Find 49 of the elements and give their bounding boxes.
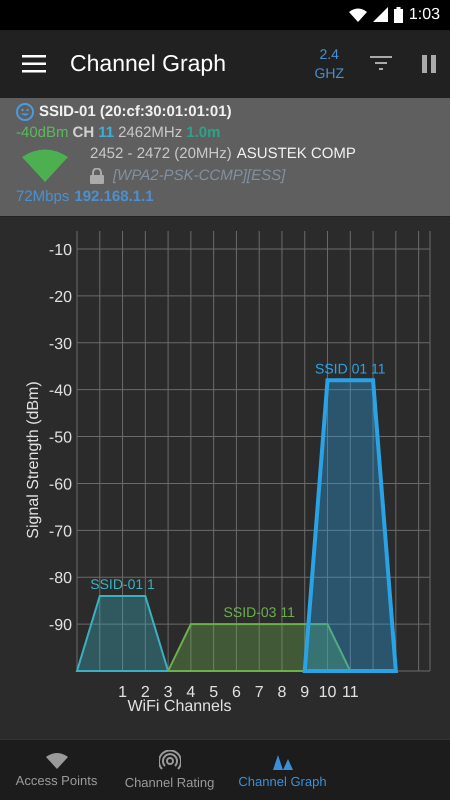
wifi-icon: [44, 752, 68, 770]
y-tick-label: -80: [48, 570, 72, 588]
signal-rings-icon: [158, 750, 180, 772]
x-tick-label: 7: [254, 684, 264, 702]
x-tick-label: 10: [318, 684, 336, 702]
network-label: SSID 01 11: [315, 360, 386, 376]
vendor-name: ASUSTEK COMP: [236, 145, 356, 162]
y-tick-label: -70: [48, 524, 72, 541]
ssid-text: SSID-01 (20:cf:30:01:01:01): [39, 103, 232, 120]
x-tick-label: 8: [278, 684, 286, 702]
y-tick-label: -30: [48, 336, 72, 353]
y-tick-label: -60: [48, 476, 72, 494]
security-text: [WPA2-PSK-CCMP][ESS]: [113, 167, 286, 184]
status-time: 1:03: [408, 6, 440, 24]
y-axis-label: Signal Strength (dBm): [25, 382, 42, 539]
frequency-text: 2462MHz: [118, 124, 182, 142]
screen-title: Channel Graph: [70, 50, 227, 78]
battery-icon: [394, 6, 403, 23]
lock-icon: [90, 168, 104, 184]
signal-level: -40dBm: [16, 124, 69, 142]
x-tick-label: 11: [342, 684, 359, 702]
band-button[interactable]: 2.4 GHZ: [314, 44, 344, 83]
channel-number: 11: [98, 124, 114, 142]
network-label: SSID-01 1: [90, 576, 155, 592]
access-point-card[interactable]: SSID-01 (20:cf:30:01:01:01) -40dBm CH 11 2462MHz 1.0m 2452 - 2472 (20MHz) ASUSTEK COMP [WPA2-PSK-CCMP][ESS] 72Mbps 192.168.1.1: [0, 98, 450, 218]
nav-tab[interactable]: Channel Graph: [226, 740, 339, 800]
menu-icon[interactable]: [22, 54, 46, 73]
channel-range: 2452 - 2472 (20MHz): [90, 145, 232, 162]
filter-icon[interactable]: [370, 56, 392, 72]
link-speed: 72Mbps: [16, 188, 70, 206]
cell-signal-icon: [372, 7, 388, 22]
y-tick-label: -10: [48, 242, 72, 260]
network-label: SSID-03 11: [224, 604, 295, 620]
x-tick-label: 6: [232, 684, 241, 702]
smiley-icon: [16, 102, 34, 121]
channel-label: CH: [72, 124, 94, 142]
ip-address: 192.168.1.1: [74, 188, 154, 206]
x-tick-label: 1: [118, 684, 127, 702]
y-tick-label: -20: [48, 289, 72, 306]
y-tick-label: -40: [48, 382, 72, 400]
nav-tab[interactable]: Channel Rating: [113, 740, 226, 800]
distance-text: 1.0m: [186, 124, 220, 142]
nav-tab[interactable]: Access Points: [0, 740, 113, 800]
y-tick-label: -50: [48, 430, 72, 447]
pause-icon[interactable]: [422, 54, 436, 73]
x-tick-label: 9: [300, 684, 310, 702]
y-tick-label: -90: [48, 617, 72, 634]
wifi-signal-icon: [22, 148, 68, 182]
wifi-status-icon: [348, 8, 367, 22]
